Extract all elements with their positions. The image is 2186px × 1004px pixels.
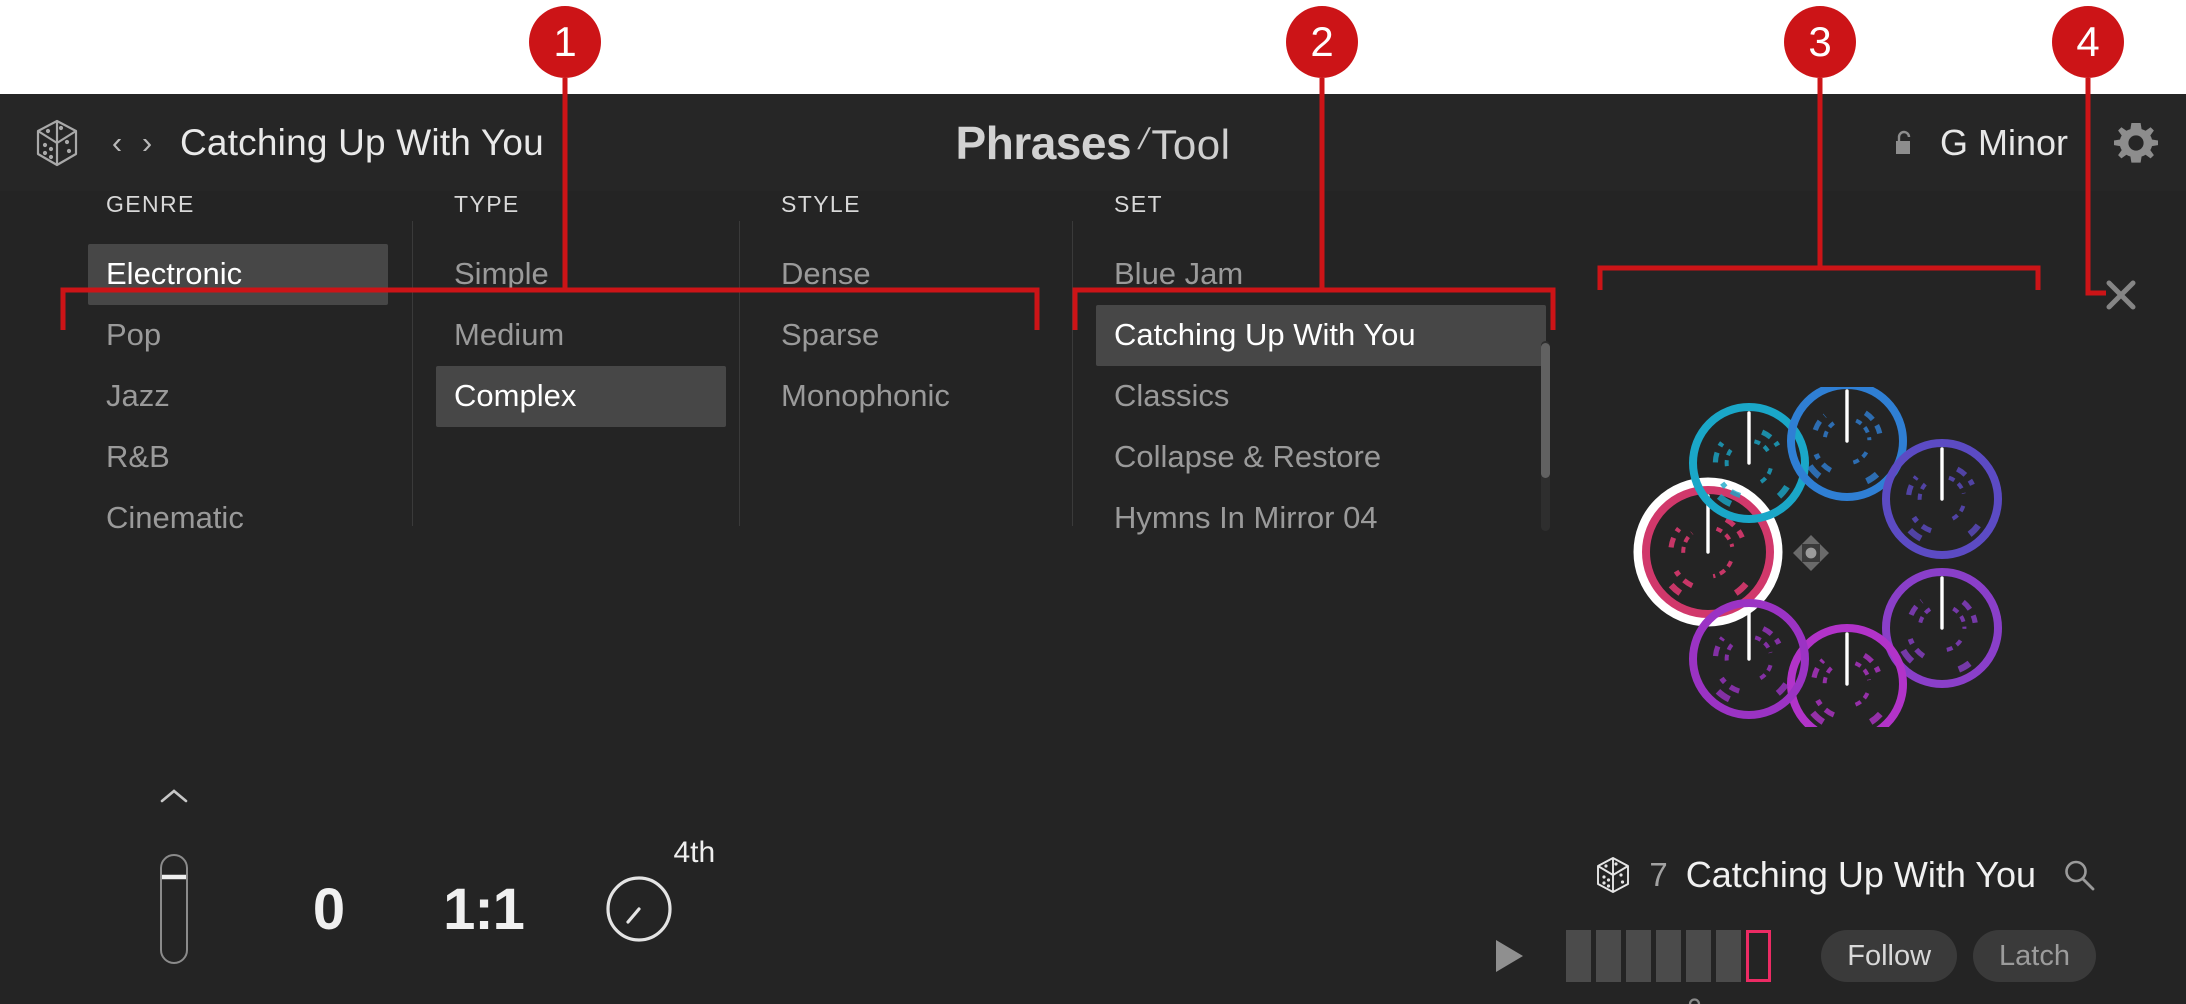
phrase-index: 7	[1649, 856, 1667, 894]
step-7[interactable]	[1746, 930, 1771, 982]
column-header-genre: GENRE	[88, 191, 388, 218]
logo-product: Tool	[1151, 121, 1230, 169]
header-left-group: ‹ › Catching Up With You	[34, 94, 544, 191]
type-item-medium[interactable]: Medium	[436, 305, 726, 366]
set-scrollbar-thumb[interactable]	[1541, 343, 1550, 478]
genre-item-electronic[interactable]: Electronic	[88, 244, 388, 305]
column-divider-1	[412, 221, 413, 526]
genre-item-rnb[interactable]: R&B	[88, 427, 388, 488]
style-item-dense[interactable]: Dense	[763, 244, 1063, 305]
set-item-classics[interactable]: Classics	[1096, 366, 1546, 427]
phrase-name[interactable]: Catching Up With You	[1686, 854, 2036, 896]
callout-badge-2: 2	[1286, 6, 1358, 78]
page-title: Catching Up With You	[180, 122, 544, 164]
column-header-type: TYPE	[436, 191, 726, 218]
gear-icon[interactable]	[2114, 121, 2158, 165]
chevron-up-icon[interactable]	[159, 788, 189, 809]
column-genre: GENRE Electronic Pop Jazz R&B Cinematic	[88, 191, 388, 549]
column-style: STYLE Dense Sparse Monophonic	[763, 191, 1063, 427]
parameter-strip: Dynamics 0 Octave 1:1 Tempo	[96, 834, 716, 1004]
step-2[interactable]	[1596, 930, 1621, 982]
column-divider-2	[739, 221, 740, 526]
logo-slash: /	[1135, 123, 1152, 157]
callout-badge-3-number: 3	[1808, 18, 1831, 66]
next-preset-button[interactable]: ›	[132, 120, 162, 166]
browser-panel: GENRE Electronic Pop Jazz R&B Cinematic …	[0, 191, 2186, 791]
set-item-catching-up-with-you[interactable]: Catching Up With You	[1096, 305, 1546, 366]
header-bar: ‹ › Catching Up With You Phrases / Tool …	[0, 94, 2186, 191]
dice-icon[interactable]	[34, 118, 80, 168]
transport-panel: 7 Catching Up With You	[1492, 854, 2096, 982]
type-item-simple[interactable]: Simple	[436, 244, 726, 305]
param-tempo[interactable]: 1:1 Tempo	[406, 834, 561, 1004]
column-set: SET Blue Jam Catching Up With You Classi…	[1096, 191, 1546, 549]
column-header-set: SET	[1096, 191, 1546, 218]
param-dynamics[interactable]: Dynamics	[96, 834, 251, 1004]
callout-badge-1-number: 1	[553, 18, 576, 66]
tempo-value-box[interactable]: 1:1	[443, 834, 524, 984]
dice-icon[interactable]	[1595, 856, 1631, 894]
transport-phrase-row: 7 Catching Up With You	[1492, 854, 2096, 896]
plugin-window: ‹ › Catching Up With You Phrases / Tool …	[0, 94, 2186, 1004]
type-item-complex[interactable]: Complex	[436, 366, 726, 427]
octave-value: 0	[313, 876, 344, 943]
step-3[interactable]	[1626, 930, 1651, 982]
prev-preset-button[interactable]: ‹	[102, 120, 132, 166]
set-item-collapse-restore[interactable]: Collapse & Restore	[1096, 427, 1546, 488]
callout-badge-4: 4	[2052, 6, 2124, 78]
unlocked-padlock-icon[interactable]	[1894, 130, 1916, 156]
phrase-dial[interactable]	[1693, 603, 1805, 715]
column-header-style: STYLE	[763, 191, 1063, 218]
dynamics-slider[interactable]	[154, 834, 194, 984]
app-logo: Phrases / Tool	[956, 116, 1231, 170]
param-label-tempo: Tempo	[441, 1000, 525, 1004]
param-swing[interactable]: 4th Swing	[561, 834, 716, 1004]
param-octave[interactable]: 0 Octave	[251, 834, 406, 1004]
step-4[interactable]	[1656, 930, 1681, 982]
play-icon[interactable]	[1492, 938, 1526, 974]
step-6[interactable]	[1716, 930, 1741, 982]
step-sequencer[interactable]	[1566, 930, 1771, 982]
latch-button[interactable]: Latch	[1973, 930, 2096, 982]
step-5[interactable]	[1686, 930, 1711, 982]
style-item-sparse[interactable]: Sparse	[763, 305, 1063, 366]
param-label-dynamics: Dynamics	[112, 1000, 235, 1004]
column-divider-3	[1072, 221, 1073, 526]
set-item-blue-jam[interactable]: Blue Jam	[1096, 244, 1546, 305]
phrase-dial[interactable]	[1791, 628, 1903, 727]
follow-button[interactable]: Follow	[1821, 930, 1957, 982]
swing-knob[interactable]: 4th	[604, 834, 674, 984]
logo-brand: Phrases	[956, 116, 1132, 170]
param-label-octave: Octave	[284, 1000, 373, 1004]
genre-item-pop[interactable]: Pop	[88, 305, 388, 366]
step-1[interactable]	[1566, 930, 1591, 982]
callout-badge-4-number: 4	[2076, 18, 2099, 66]
header-right-group: G Minor	[1894, 94, 2158, 191]
callout-badge-1: 1	[529, 6, 601, 78]
close-x-icon[interactable]	[2104, 278, 2138, 312]
key-signature-label[interactable]: G Minor	[1940, 122, 2068, 164]
style-item-monophonic[interactable]: Monophonic	[763, 366, 1063, 427]
set-item-hymns-in-mirror-04[interactable]: Hymns In Mirror 04	[1096, 488, 1546, 549]
unlocked-padlock-icon[interactable]	[1685, 998, 1705, 1004]
target-icon[interactable]	[1790, 532, 1832, 574]
search-icon[interactable]	[2062, 858, 2096, 892]
callout-badge-3: 3	[1784, 6, 1856, 78]
genre-item-jazz[interactable]: Jazz	[88, 366, 388, 427]
tempo-value: 1:1	[443, 876, 524, 943]
param-label-swing: Swing	[600, 1000, 676, 1004]
phrase-dial[interactable]	[1886, 443, 1998, 555]
octave-value-box[interactable]: 0	[313, 834, 344, 984]
column-type: TYPE Simple Medium Complex	[436, 191, 726, 427]
callout-badge-2-number: 2	[1310, 18, 1333, 66]
transport-controls-row: Follow Latch	[1492, 930, 2096, 982]
genre-item-cinematic[interactable]: Cinematic	[88, 488, 388, 549]
swing-value: 4th	[674, 836, 716, 870]
phrase-dial-ring	[1594, 387, 2014, 717]
